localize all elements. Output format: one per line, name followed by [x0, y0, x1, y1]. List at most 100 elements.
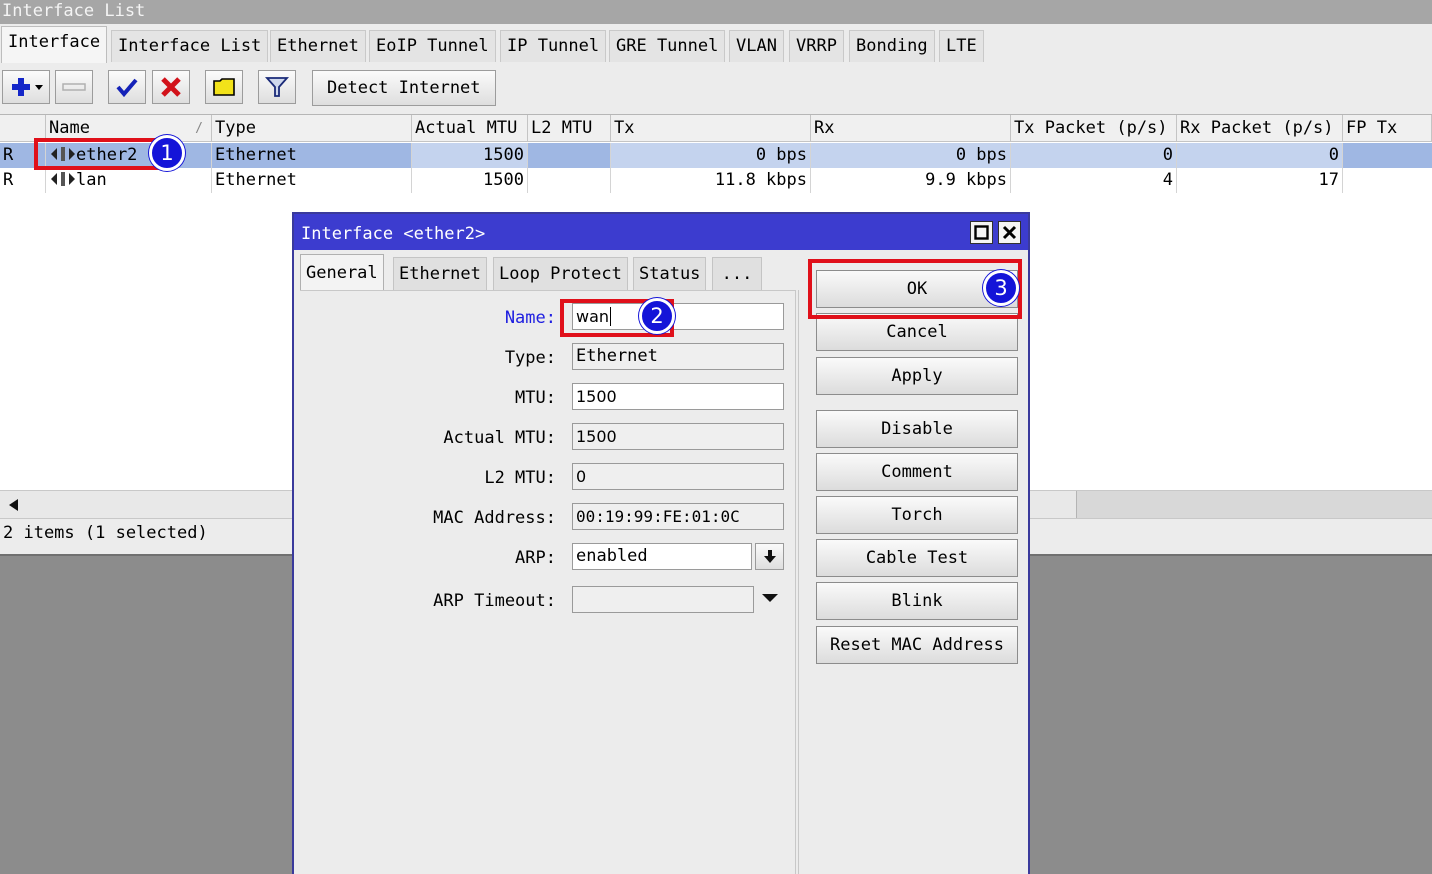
close-icon [1002, 225, 1017, 240]
dialog-tab-loop-protect[interactable]: Loop Protect [493, 257, 628, 290]
row-tx-packet: 4 [1011, 168, 1177, 193]
row-type: Ethernet [212, 143, 412, 168]
cable-test-button[interactable]: Cable Test [816, 539, 1018, 577]
enable-check-icon [116, 78, 138, 98]
column-header-name-label: Name [49, 118, 90, 138]
type-field: Ethernet [572, 343, 784, 370]
column-header-actual-mtu[interactable]: Actual MTU [412, 115, 528, 142]
row-l2-mtu [528, 168, 611, 193]
sort-indicator: / [195, 121, 203, 136]
toolbar: Detect Internet [0, 66, 1432, 112]
row-name: lan [46, 168, 212, 193]
arp-timeout-expand[interactable] [761, 590, 779, 606]
column-header-tx-packet[interactable]: Tx Packet (p/s) [1011, 115, 1177, 142]
tab-vrrp[interactable]: VRRP [789, 30, 844, 62]
row-rx-packet: 0 [1177, 143, 1343, 168]
step-badge-3: 3 [983, 270, 1019, 306]
reset-mac-address-button[interactable]: Reset MAC Address [816, 626, 1018, 664]
name-label: Name: [504, 308, 556, 328]
mtu-label: MTU: [515, 388, 556, 408]
dialog-title-text: Interface <ether2> [301, 224, 486, 244]
disable-button[interactable] [152, 70, 190, 104]
maximize-button[interactable] [970, 221, 993, 244]
dialog-tab-ethernet[interactable]: Ethernet [393, 257, 487, 290]
tab-eoip-tunnel[interactable]: EoIP Tunnel [369, 30, 496, 62]
row-tx-packet: 0 [1011, 143, 1177, 168]
row-l2-mtu [528, 143, 611, 168]
tab-interface-list[interactable]: Interface List [111, 30, 269, 62]
l2-mtu-field: 0 [572, 463, 784, 490]
apply-button[interactable]: Apply [816, 357, 1018, 395]
column-header-rx-packet[interactable]: Rx Packet (p/s) [1177, 115, 1343, 142]
tab-vlan[interactable]: VLAN [729, 30, 784, 62]
enable-button[interactable] [108, 70, 146, 104]
tab-gre-tunnel[interactable]: GRE Tunnel [609, 30, 726, 62]
column-header-rx[interactable]: Rx [811, 115, 1011, 142]
row-rx-packet: 17 [1177, 168, 1343, 193]
step-badge-1: 1 [149, 135, 185, 171]
remove-button[interactable] [55, 70, 93, 104]
table-row[interactable]: R lan Ethernet 1500 11.8 kbps 9.9 kbps 4… [0, 168, 1432, 193]
comment-button[interactable] [205, 70, 243, 104]
comment-icon [213, 78, 235, 96]
main-tabs: Interface Interface List Ethernet EoIP T… [0, 26, 1432, 64]
column-header-fp-tx[interactable]: FP Tx [1343, 115, 1432, 142]
tab-bonding[interactable]: Bonding [849, 30, 935, 62]
filter-icon [265, 77, 289, 97]
row-actual-mtu: 1500 [412, 143, 528, 168]
row-tx: 11.8 kbps [611, 168, 811, 193]
disable-button[interactable]: Disable [816, 410, 1018, 448]
arp-timeout-field[interactable] [572, 586, 754, 613]
mtu-field[interactable]: 1500 [572, 383, 784, 410]
column-header-type[interactable]: Type [212, 115, 412, 142]
maximize-icon [974, 225, 989, 240]
dialog-tab-more[interactable]: ... [712, 257, 762, 290]
add-button[interactable] [2, 70, 50, 104]
tab-interface[interactable]: Interface [1, 26, 108, 63]
row-fp-tx [1343, 143, 1432, 168]
scrollbar-track[interactable] [1076, 491, 1432, 518]
arp-select[interactable]: enabled [572, 543, 752, 570]
disable-x-icon [161, 77, 181, 97]
step-badge-2: 2 [639, 298, 675, 334]
comment-button[interactable]: Comment [816, 453, 1018, 491]
close-button[interactable] [998, 221, 1021, 244]
ethernet-port-icon [51, 172, 75, 186]
dialog-tab-general[interactable]: General [300, 254, 384, 291]
scroll-left-icon [9, 498, 18, 511]
torch-button[interactable]: Torch [816, 496, 1018, 534]
row-rx: 9.9 kbps [811, 168, 1011, 193]
row-rx: 0 bps [811, 143, 1011, 168]
dialog-tab-status[interactable]: Status [633, 257, 707, 290]
row-type: Ethernet [212, 168, 412, 193]
row-flag: R [0, 168, 46, 193]
filter-button[interactable] [258, 70, 296, 104]
type-label: Type: [504, 348, 556, 368]
mac-address-label: MAC Address: [433, 508, 556, 528]
l2-mtu-label: L2 MTU: [484, 468, 556, 488]
dropdown-arrow-icon [35, 85, 43, 90]
actual-mtu-label: Actual MTU: [443, 428, 556, 448]
arp-dropdown-button[interactable] [755, 543, 784, 570]
tab-ip-tunnel[interactable]: IP Tunnel [500, 30, 607, 62]
row-actual-mtu: 1500 [412, 168, 528, 193]
column-header-l2-mtu[interactable]: L2 MTU [528, 115, 611, 142]
tab-ethernet[interactable]: Ethernet [270, 30, 366, 62]
detect-internet-button[interactable]: Detect Internet [312, 70, 496, 106]
arp-timeout-label: ARP Timeout: [433, 591, 556, 611]
remove-icon [62, 83, 86, 91]
scroll-left-button[interactable] [0, 491, 26, 518]
dialog-title: Interface <ether2> [294, 214, 1028, 250]
dropdown-arrow-icon [762, 594, 778, 602]
dialog-tabs: General Ethernet Loop Protect Status ... [300, 254, 790, 291]
mac-address-field[interactable]: 00:19:99:FE:01:0C [572, 503, 784, 530]
row-fp-tx [1343, 168, 1432, 193]
table-row[interactable]: R ether2 Ethernet 1500 0 bps 0 bps 0 0 [0, 143, 1432, 168]
window-title: Interface List [0, 0, 1432, 24]
row-name-text: lan [76, 170, 107, 190]
highlight-box-1 [34, 138, 162, 170]
column-header-tx[interactable]: Tx [611, 115, 811, 142]
blink-button[interactable]: Blink [816, 582, 1018, 620]
tab-lte[interactable]: LTE [939, 30, 984, 62]
actual-mtu-field: 1500 [572, 423, 784, 450]
